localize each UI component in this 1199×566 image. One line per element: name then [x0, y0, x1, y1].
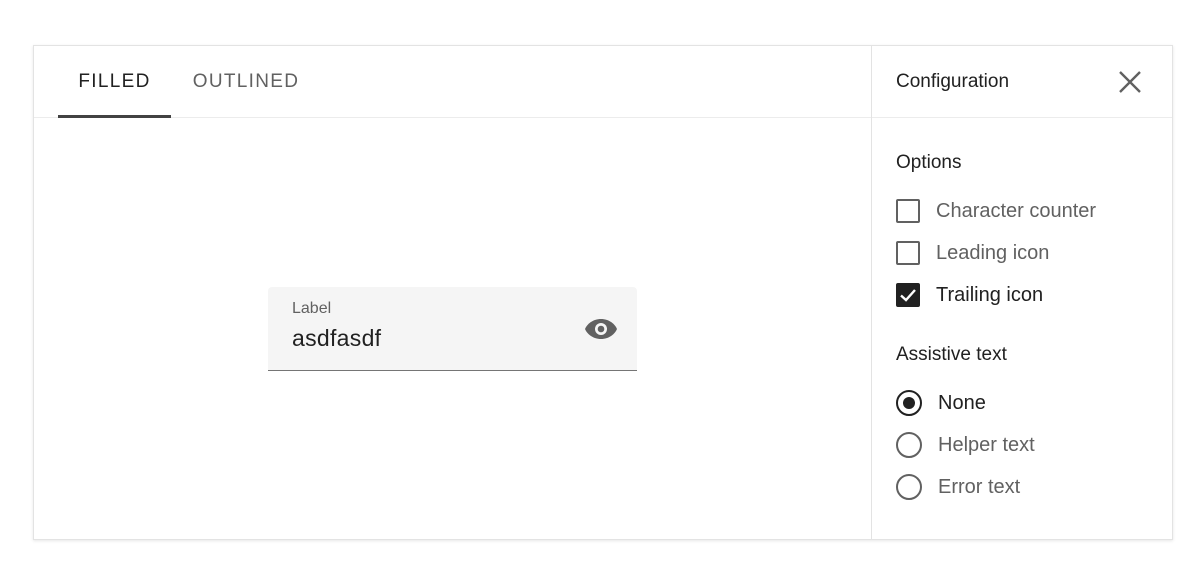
tab-bar: FILLED OUTLINED [34, 46, 871, 118]
tab-outlined[interactable]: OUTLINED [171, 46, 321, 117]
demo-panel: FILLED OUTLINED Label asdfasdf [34, 46, 872, 539]
checkbox[interactable] [896, 241, 920, 265]
radio-button-selected[interactable] [896, 390, 922, 416]
assistive-none[interactable]: None [896, 387, 986, 419]
configuration-panel: Configuration Options Character counter … [872, 46, 1172, 539]
option-label: Helper text [938, 433, 1035, 456]
assistive-helper-text[interactable]: Helper text [896, 429, 1035, 461]
option-trailing-icon[interactable]: Trailing icon [896, 279, 1043, 311]
radio-dot [903, 397, 915, 409]
configuration-title: Configuration [896, 70, 1010, 92]
option-label: Error text [938, 475, 1021, 498]
option-label: None [938, 391, 986, 414]
option-label: Character counter [936, 199, 1097, 222]
demo-card: FILLED OUTLINED Label asdfasdf Configura… [33, 45, 1173, 540]
radio-button[interactable] [896, 432, 922, 458]
radio-button[interactable] [896, 474, 922, 500]
option-label: Leading icon [936, 241, 1050, 264]
filled-text-field[interactable]: Label asdfasdf [268, 287, 637, 371]
checkbox[interactable] [896, 199, 920, 223]
field-input-value[interactable]: asdfasdf [292, 325, 381, 352]
assistive-error-text[interactable]: Error text [896, 471, 1020, 503]
option-leading-icon[interactable]: Leading icon [896, 237, 1049, 269]
close-icon[interactable] [1116, 68, 1144, 96]
checkbox-checked[interactable] [896, 283, 920, 307]
eye-icon[interactable] [583, 314, 619, 344]
option-character-counter[interactable]: Character counter [896, 195, 1096, 227]
options-heading: Options [896, 152, 962, 173]
tab-filled[interactable]: FILLED [58, 46, 171, 118]
option-label: Trailing icon [936, 283, 1044, 306]
assistive-text-heading: Assistive text [896, 344, 1007, 365]
checkmark-icon [900, 289, 916, 302]
field-label: Label [292, 300, 332, 317]
configuration-header: Configuration [872, 46, 1172, 118]
